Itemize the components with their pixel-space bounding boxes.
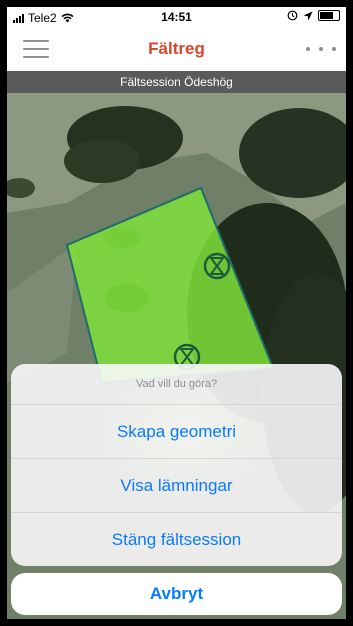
location-icon: [303, 11, 313, 20]
battery-icon: [318, 10, 340, 21]
status-right: [287, 10, 340, 21]
app-title: Fältreg: [148, 39, 205, 58]
action-sheet-title: Vad vill du göra?: [11, 364, 342, 405]
create-geometry-button[interactable]: Skapa geometri: [11, 405, 342, 459]
status-bar: Tele2 14:51: [7, 7, 346, 27]
action-sheet: Vad vill du göra? Skapa geometri Visa lä…: [11, 364, 342, 566]
cancel-button[interactable]: Avbryt: [11, 573, 342, 615]
close-session-button[interactable]: Stäng fältsession: [11, 513, 342, 566]
alarm-icon: [287, 10, 298, 21]
navigation-bar: Fältreg: [7, 27, 346, 71]
session-title: Fältsession Ödeshög: [7, 71, 346, 93]
app-screen: Tele2 14:51 Fältreg Fältsession Ödeshög …: [7, 7, 346, 619]
more-icon[interactable]: [306, 41, 336, 57]
show-remains-button[interactable]: Visa lämningar: [11, 459, 342, 513]
